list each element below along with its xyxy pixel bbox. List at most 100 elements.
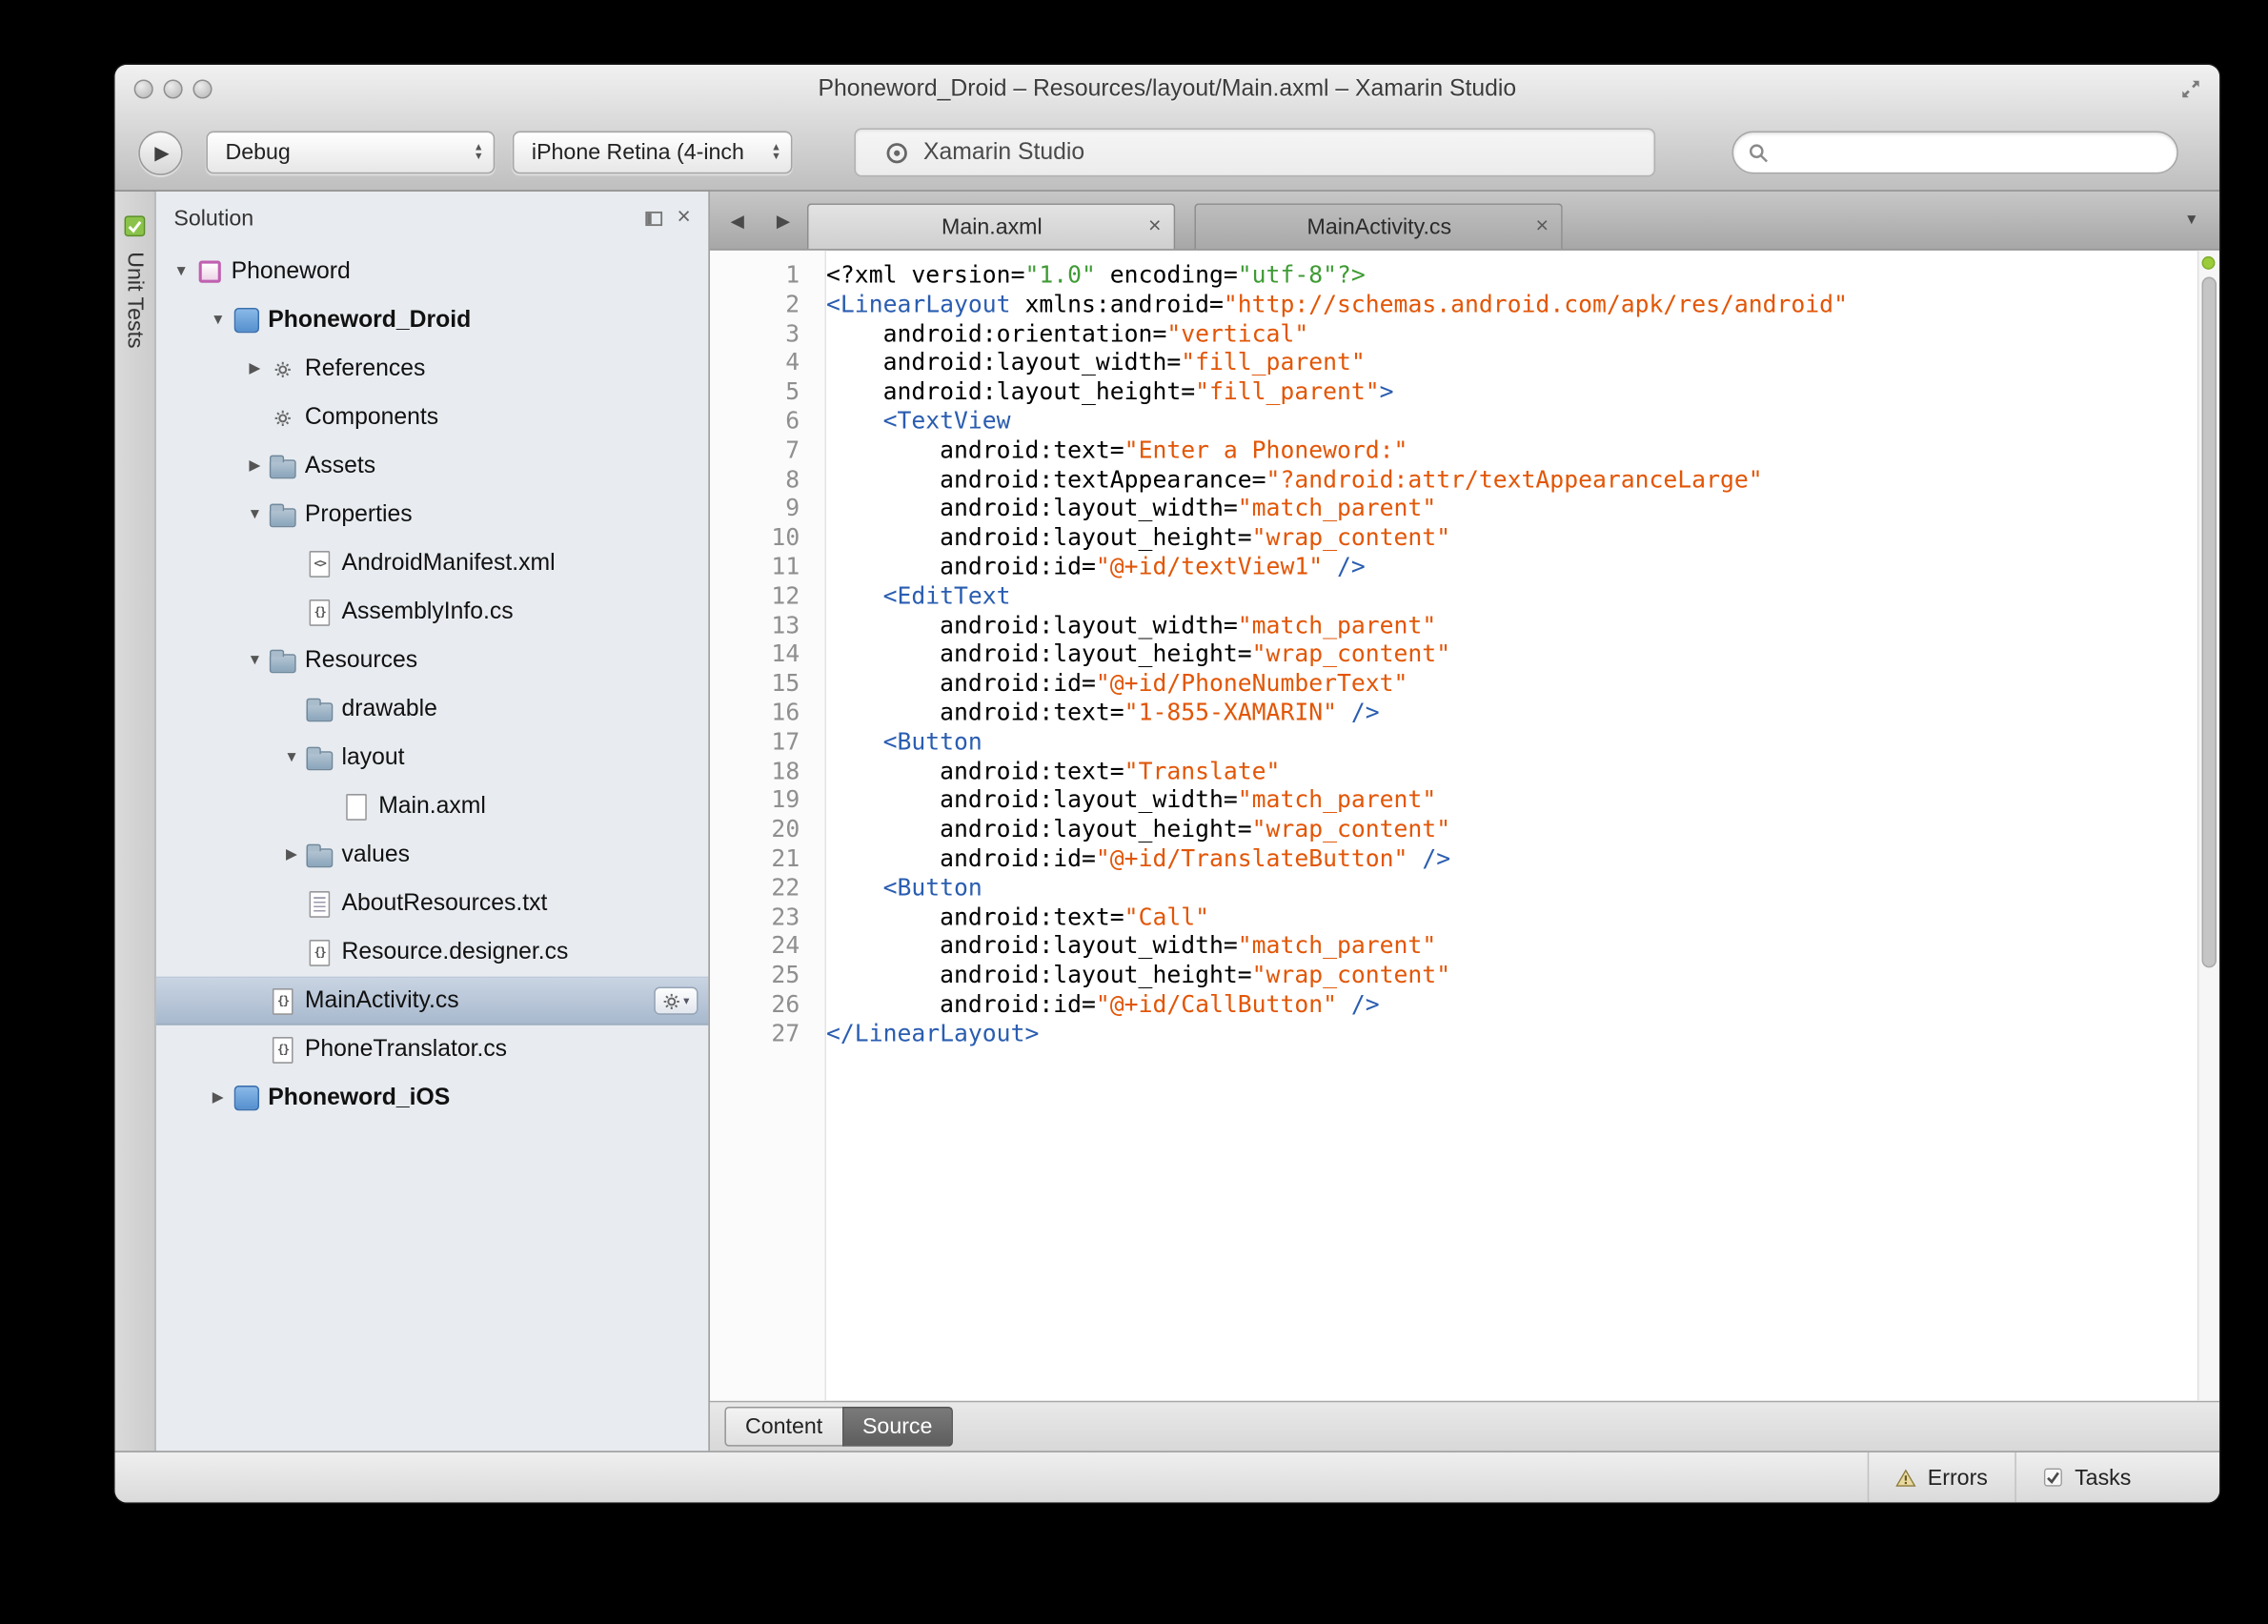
tree-item-resource-designer-cs[interactable]: {} Resource.designer.cs [156, 928, 709, 977]
tree-item-drawable[interactable]: drawable [156, 685, 709, 734]
expand-arrow-icon[interactable]: ▶ [241, 361, 268, 377]
line-number[interactable]: 20 [710, 815, 813, 844]
code-text[interactable]: android:id="@+id/TranslateButton" /> [813, 843, 1450, 873]
tree-item-mainactivity-cs[interactable]: {} MainActivity.cs ▾ [155, 976, 709, 1025]
code-text[interactable]: <Button [813, 873, 982, 903]
line-number[interactable]: 6 [710, 407, 813, 436]
nav-back-icon[interactable]: ◀ [731, 210, 744, 231]
tasks-button[interactable]: Tasks [2014, 1451, 2157, 1503]
line-number[interactable]: 22 [710, 873, 813, 903]
collapse-arrow-icon[interactable]: ▼ [278, 750, 305, 766]
line-number[interactable]: 17 [710, 727, 813, 757]
line-number[interactable]: 23 [710, 903, 813, 932]
line-number[interactable]: 8 [710, 465, 813, 495]
line-number[interactable]: 10 [710, 523, 813, 553]
tree-item-properties[interactable]: ▼ Properties [156, 491, 709, 539]
line-number[interactable]: 13 [710, 611, 813, 640]
fullscreen-icon[interactable] [2179, 78, 2201, 108]
code-text[interactable]: android:text="1-855-XAMARIN" /> [813, 698, 1380, 727]
code-text[interactable]: <EditText [813, 581, 1011, 611]
line-number[interactable]: 1 [710, 261, 813, 291]
line-number[interactable]: 14 [710, 639, 813, 669]
tree-item-resources[interactable]: ▼ Resources [156, 637, 709, 685]
zoom-window-button[interactable] [192, 79, 213, 99]
code-text[interactable]: android:layout_width="match_parent" [813, 931, 1436, 961]
code-text[interactable]: android:layout_height="wrap_content" [813, 639, 1450, 669]
line-number[interactable]: 3 [710, 319, 813, 349]
unit-tests-icon[interactable] [124, 215, 146, 237]
code-text[interactable]: android:layout_width="match_parent" [813, 611, 1436, 640]
tab-list-chevron-icon[interactable]: ▼ [2184, 213, 2219, 229]
line-number[interactable]: 11 [710, 553, 813, 582]
code-text[interactable]: android:text="Enter a Phoneword:" [813, 436, 1407, 465]
line-number[interactable]: 24 [710, 931, 813, 961]
code-text[interactable]: android:layout_height="wrap_content" [813, 815, 1450, 844]
line-number[interactable]: 9 [710, 494, 813, 523]
expand-arrow-icon[interactable]: ▶ [205, 1090, 232, 1106]
code-text[interactable]: <?xml version="1.0" encoding="utf-8"?> [813, 261, 1366, 291]
line-number[interactable]: 2 [710, 290, 813, 319]
tab-close-icon[interactable]: × [1148, 215, 1162, 237]
nav-forward-icon[interactable]: ▶ [777, 210, 790, 231]
code-editor[interactable]: 1 <?xml version="1.0" encoding="utf-8"?> 2… [709, 250, 2220, 1401]
device-dropdown[interactable]: iPhone Retina (4-inch ▲ ▼ [512, 131, 793, 174]
code-text[interactable]: android:text="Translate" [813, 757, 1280, 786]
line-number[interactable]: 26 [710, 989, 813, 1019]
code-text[interactable]: <TextView [813, 407, 1011, 436]
line-number[interactable]: 18 [710, 757, 813, 786]
view-tab-content[interactable]: Content [724, 1406, 843, 1447]
code-text[interactable]: android:layout_width="match_parent" [813, 785, 1436, 815]
code-text[interactable]: android:text="Call" [813, 903, 1209, 932]
tree-item-phoneword[interactable]: ▼ Phoneword [156, 248, 709, 296]
expand-arrow-icon[interactable]: ▶ [241, 458, 268, 475]
tree-item-components[interactable]: Components [156, 394, 709, 442]
tree-item-androidmanifest-xml[interactable]: <> AndroidManifest.xml [156, 539, 709, 588]
code-text[interactable]: android:id="@+id/CallButton" /> [813, 989, 1380, 1019]
line-number[interactable]: 25 [710, 961, 813, 990]
line-number[interactable]: 12 [710, 581, 813, 611]
search-field[interactable] [1731, 131, 2178, 174]
tab-close-icon[interactable]: × [1535, 215, 1549, 237]
search-input[interactable] [1777, 140, 2162, 165]
code-text[interactable]: android:layout_width="match_parent" [813, 494, 1436, 523]
line-number[interactable]: 7 [710, 436, 813, 465]
vertical-scrollbar[interactable] [2197, 250, 2220, 1401]
dock-pad-icon[interactable] [644, 210, 662, 226]
tree-item-references[interactable]: ▶ References [156, 345, 709, 394]
item-options-gear-button[interactable]: ▾ [654, 986, 699, 1015]
tab-mainactivity-cs[interactable]: MainActivity.cs × [1195, 203, 1564, 250]
code-text[interactable]: </LinearLayout> [813, 1019, 1039, 1048]
code-text[interactable]: android:id="@+id/textView1" /> [813, 553, 1366, 582]
code-text[interactable]: android:textAppearance="?android:attr/te… [813, 465, 1762, 495]
run-button[interactable]: ▶ [138, 130, 183, 175]
line-number[interactable]: 27 [710, 1019, 813, 1048]
close-pad-icon[interactable]: × [677, 206, 690, 230]
code-text[interactable]: android:id="@+id/PhoneNumberText" [813, 669, 1407, 699]
tree-item-phoneword-ios[interactable]: ▶ Phoneword_iOS [156, 1074, 709, 1123]
code-text[interactable]: android:layout_height="fill_parent"> [813, 377, 1394, 407]
collapse-arrow-icon[interactable]: ▼ [168, 264, 194, 280]
close-window-button[interactable] [133, 79, 153, 99]
tree-item-aboutresources-txt[interactable]: AboutResources.txt [156, 880, 709, 928]
minimize-window-button[interactable] [163, 79, 183, 99]
tab-main-axml[interactable]: Main.axml × [807, 203, 1177, 250]
line-number[interactable]: 5 [710, 377, 813, 407]
titlebar[interactable]: Phoneword_Droid – Resources/layout/Main.… [115, 65, 2220, 115]
tree-item-phoneword-droid[interactable]: ▼ Phoneword_Droid [156, 296, 709, 345]
line-number[interactable]: 4 [710, 348, 813, 377]
collapse-arrow-icon[interactable]: ▼ [241, 653, 268, 669]
code-text[interactable]: <Button [813, 727, 982, 757]
configuration-dropdown[interactable]: Debug ▲ ▼ [206, 131, 496, 174]
code-text[interactable]: android:layout_height="wrap_content" [813, 523, 1450, 553]
tree-item-values[interactable]: ▶ values [156, 831, 709, 880]
tree-item-assets[interactable]: ▶ Assets [156, 442, 709, 491]
code-text[interactable]: android:layout_height="wrap_content" [813, 961, 1450, 990]
unit-tests-tab[interactable]: Unit Tests [122, 252, 147, 348]
scrollbar-thumb[interactable] [2201, 276, 2217, 967]
collapse-arrow-icon[interactable]: ▼ [205, 313, 232, 329]
line-number[interactable]: 21 [710, 843, 813, 873]
collapse-arrow-icon[interactable]: ▼ [241, 507, 268, 523]
code-text[interactable]: android:layout_width="fill_parent" [813, 348, 1366, 377]
errors-button[interactable]: Errors [1867, 1451, 2014, 1503]
view-tab-source[interactable]: Source [841, 1406, 954, 1447]
